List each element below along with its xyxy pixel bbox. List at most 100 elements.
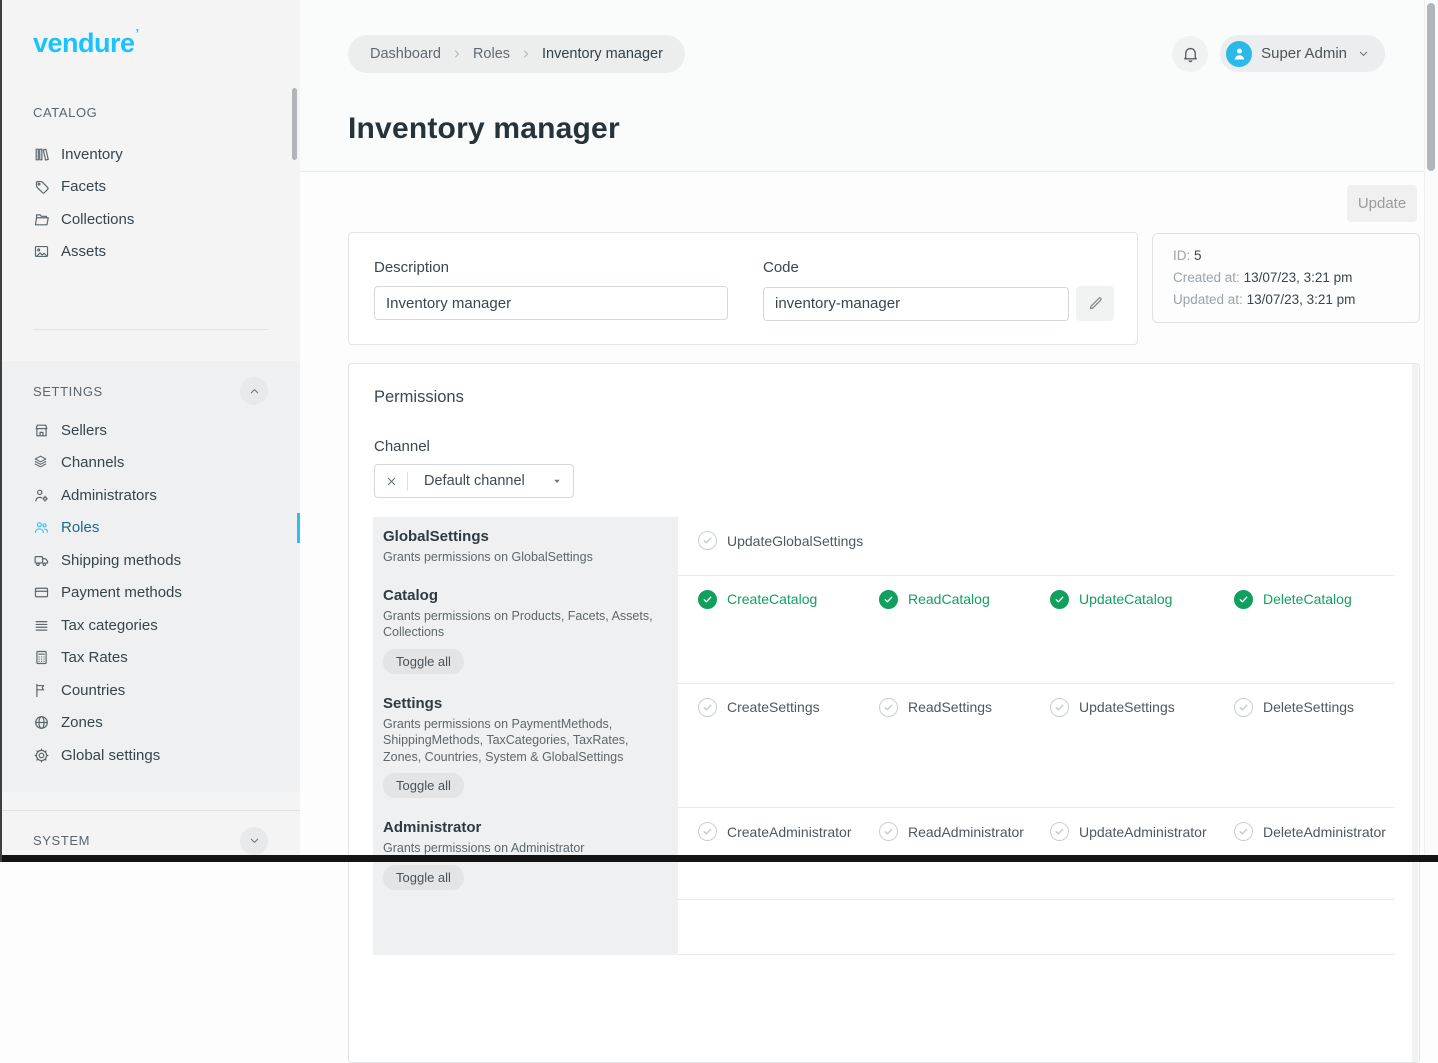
breadcrumb-item-roles[interactable]: Roles — [473, 46, 510, 62]
permission-checkbox-CreateAdministrator[interactable]: CreateAdministrator — [698, 822, 879, 841]
entity-updated-at: Updated at: 13/07/23, 3:21 pm — [1173, 289, 1399, 311]
permission-checkbox-UpdateCatalog[interactable]: UpdateCatalog — [1050, 590, 1234, 609]
sidebar-item-administrators[interactable]: Administrators — [0, 479, 300, 512]
remove-channel-button[interactable] — [384, 474, 399, 489]
permission-label: UpdateAdministrator — [1079, 824, 1207, 840]
table-scrollbar[interactable] — [1412, 364, 1418, 1062]
global-settings-icon — [33, 747, 50, 764]
zones-icon — [33, 714, 50, 731]
sidebar-item-countries[interactable]: Countries — [0, 674, 300, 707]
inventory-icon — [33, 146, 50, 163]
sidebar-item-inventory[interactable]: Inventory — [0, 138, 300, 171]
permission-checkbox-ReadSettings[interactable]: ReadSettings — [879, 698, 1050, 717]
breadcrumb-item-inventory-manager[interactable]: Inventory manager — [542, 46, 663, 62]
entity-created-at: Created at: 13/07/23, 3:21 pm — [1173, 267, 1399, 289]
permission-group-cell: Administrator Grants permissions on Admi… — [373, 808, 678, 900]
main-scrollbar-thumb[interactable] — [1427, 3, 1435, 171]
sidebar-item-sellers[interactable]: Sellers — [0, 414, 300, 447]
permission-label: ReadCatalog — [908, 591, 990, 607]
role-detail-card: Description Code — [348, 232, 1138, 345]
section-label-catalog: CATALOG — [33, 105, 97, 120]
user-menu[interactable]: Super Admin — [1220, 35, 1385, 72]
sidebar-section-catalog: CATALOG InventoryFacetsCollections Assets — [0, 105, 300, 268]
collapse-section-button[interactable] — [240, 377, 268, 405]
code-field-group: Code — [763, 259, 1114, 318]
toggle-all-button[interactable]: Toggle all — [383, 649, 464, 674]
logo-trademark: ’ — [136, 26, 139, 41]
permission-row-globalsettings: GlobalSettings Grants permissions on Glo… — [373, 517, 1395, 576]
sidebar-item-label: Tax Rates — [61, 649, 128, 666]
sidebar-item-label: Roles — [61, 519, 99, 536]
unchecked-circle-icon — [1234, 698, 1253, 717]
toggle-all-button[interactable]: Toggle all — [383, 773, 464, 798]
permission-label: UpdateSettings — [1079, 699, 1175, 715]
sidebar-section-system: SYSTEM — [0, 811, 300, 856]
permission-checkbox-ReadAdministrator[interactable]: ReadAdministrator — [879, 822, 1050, 841]
permissions-heading: Permissions — [374, 388, 1419, 407]
checked-circle-icon — [1050, 590, 1069, 609]
sidebar-item-shipping-methods[interactable]: Shipping methods — [0, 544, 300, 577]
permission-checkbox-UpdateAdministrator[interactable]: UpdateAdministrator — [1050, 822, 1234, 841]
permission-checkbox-UpdateGlobalSettings[interactable]: UpdateGlobalSettings — [698, 531, 879, 550]
user-name: Super Admin — [1261, 45, 1347, 62]
tax-rates-icon — [33, 649, 50, 666]
unchecked-circle-icon — [1234, 822, 1253, 841]
notifications-button[interactable] — [1172, 36, 1208, 72]
channel-label: Channel — [374, 438, 1419, 455]
sidebar-item-facets[interactable]: Facets — [0, 171, 300, 204]
checked-circle-icon — [698, 590, 717, 609]
sidebar-item-assets[interactable]: Assets — [0, 236, 300, 269]
unchecked-circle-icon — [698, 822, 717, 841]
description-input[interactable] — [374, 286, 728, 320]
permission-row-partial — [373, 900, 1395, 955]
description-label: Description — [374, 259, 728, 276]
sidebar-item-roles[interactable]: Roles — [0, 512, 300, 545]
permission-checkbox-DeleteCatalog[interactable]: DeleteCatalog — [1234, 590, 1395, 609]
sidebar-item-label: Global settings — [61, 747, 160, 764]
sidebar-item-payment-methods[interactable]: Payment methods — [0, 577, 300, 610]
user-icon — [1231, 45, 1248, 62]
avatar — [1226, 41, 1252, 67]
permission-group-cell: Settings Grants permissions on PaymentMe… — [373, 684, 678, 809]
code-label: Code — [763, 259, 1114, 276]
toggle-all-button[interactable]: Toggle all — [383, 865, 464, 890]
screen-left-edge — [0, 0, 2, 862]
entity-info-panel: ID: 5 Created at: 13/07/23, 3:21 pm Upda… — [1152, 233, 1420, 323]
permission-group-name: Settings — [383, 695, 660, 712]
checked-circle-icon — [879, 590, 898, 609]
sidebar-item-tax-rates[interactable]: Tax Rates — [0, 642, 300, 675]
permission-checkbox-DeleteAdministrator[interactable]: DeleteAdministrator — [1234, 822, 1395, 841]
breadcrumb: Dashboard Roles Inventory manager — [348, 35, 685, 73]
vendure-logo[interactable]: vendure’ — [0, 0, 300, 59]
permission-checkbox-CreateSettings[interactable]: CreateSettings — [698, 698, 879, 717]
permission-label: UpdateGlobalSettings — [727, 533, 863, 549]
sidebar-item-label: Assets — [61, 243, 106, 260]
sidebar-item-channels[interactable]: Channels — [0, 447, 300, 480]
breadcrumb-separator-icon — [520, 48, 532, 60]
sidebar-item-tax-categories[interactable]: Tax categories — [0, 609, 300, 642]
update-button[interactable]: Update — [1347, 185, 1417, 222]
unchecked-circle-icon — [698, 698, 717, 717]
permission-group-description: Grants permissions on Products, Facets, … — [383, 608, 660, 641]
sidebar-item-global-settings[interactable]: Global settings — [0, 739, 300, 772]
collections-icon — [33, 211, 50, 228]
sidebar-item-collections[interactable]: Collections — [0, 203, 300, 236]
sidebar-scrollbar[interactable] — [292, 88, 297, 160]
permission-checkbox-CreateCatalog[interactable]: CreateCatalog — [698, 590, 879, 609]
channel-select[interactable]: Default channel — [374, 464, 574, 498]
expand-section-button[interactable] — [240, 827, 268, 855]
permission-row-administrator: Administrator Grants permissions on Admi… — [373, 808, 1395, 900]
breadcrumb-item-dashboard[interactable]: Dashboard — [370, 46, 441, 62]
permission-checkbox-UpdateSettings[interactable]: UpdateSettings — [1050, 698, 1234, 717]
edit-code-button[interactable] — [1076, 286, 1114, 321]
permission-label: ReadAdministrator — [908, 824, 1024, 840]
sidebar-item-label: Tax categories — [61, 617, 158, 634]
code-input[interactable] — [763, 287, 1069, 321]
sellers-icon — [33, 422, 50, 439]
sidebar-item-zones[interactable]: Zones — [0, 707, 300, 740]
breadcrumb-separator-icon — [451, 48, 463, 60]
permissions-table: GlobalSettings Grants permissions on Glo… — [373, 517, 1395, 955]
permission-group-cell: GlobalSettings Grants permissions on Glo… — [373, 517, 678, 576]
permission-checkbox-DeleteSettings[interactable]: DeleteSettings — [1234, 698, 1395, 717]
permission-checkbox-ReadCatalog[interactable]: ReadCatalog — [879, 590, 1050, 609]
